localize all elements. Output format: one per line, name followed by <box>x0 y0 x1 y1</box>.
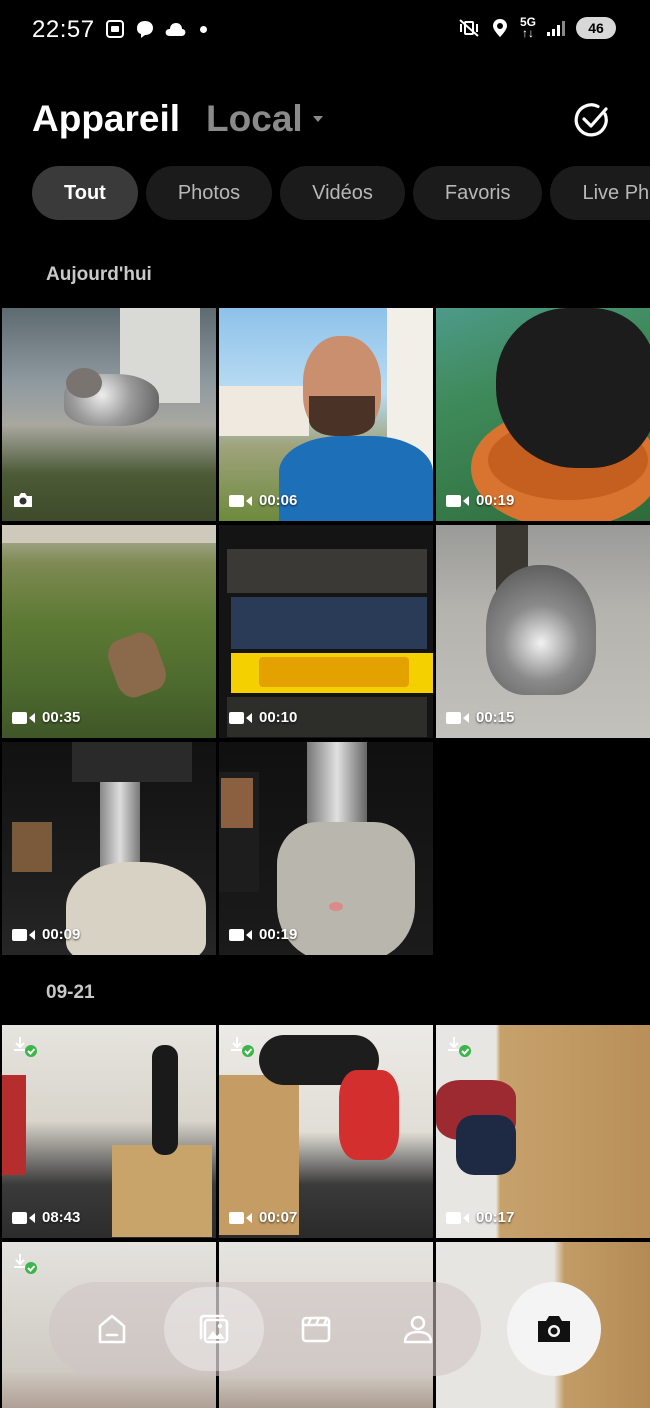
media-thumbnail[interactable]: 00:15 <box>436 525 650 738</box>
video-duration-badge: 00:17 <box>446 1209 514 1226</box>
media-thumbnail[interactable]: 00:07 <box>219 1025 433 1238</box>
select-mode-button[interactable] <box>572 100 612 140</box>
video-icon <box>446 711 469 724</box>
video-icon <box>12 711 35 724</box>
status-notification-icons <box>104 18 207 40</box>
home-icon <box>98 1314 126 1344</box>
chat-icon <box>134 18 156 40</box>
video-icon <box>229 1211 252 1224</box>
cloud-icon <box>164 18 186 40</box>
profile-icon <box>403 1315 433 1344</box>
media-thumbnail[interactable]: 00:19 <box>219 742 433 955</box>
video-duration-badge: 00:35 <box>12 709 80 726</box>
media-thumbnail[interactable]: 00:09 <box>2 742 216 955</box>
video-icon <box>12 928 35 941</box>
chip-live-photos[interactable]: Live Photos <box>550 166 650 220</box>
nav-home[interactable] <box>62 1287 162 1371</box>
mute-vibrate-icon <box>458 17 480 39</box>
video-duration-badge: 00:09 <box>12 926 80 943</box>
chip-favorites[interactable]: Favoris <box>412 166 543 220</box>
video-duration-badge: 00:19 <box>446 492 514 509</box>
video-duration-badge: 00:15 <box>446 709 514 726</box>
chevron-down-icon <box>312 116 323 122</box>
gallery-header: Appareil Local <box>32 98 323 142</box>
camera-button[interactable] <box>507 1282 601 1376</box>
section-header-today: Aujourd'hui <box>46 264 152 285</box>
media-thumbnail[interactable]: 00:19 <box>436 308 650 521</box>
video-icon <box>12 1211 35 1224</box>
media-thumbnail[interactable]: 00:06 <box>219 308 433 521</box>
video-icon <box>446 1211 469 1224</box>
chip-all[interactable]: Tout <box>32 166 138 220</box>
video-icon <box>229 928 252 941</box>
nav-profile[interactable] <box>368 1287 468 1371</box>
location-icon <box>489 17 511 39</box>
gallery-icon <box>199 1314 229 1344</box>
media-thumbnail[interactable]: 08:43 <box>2 1025 216 1238</box>
check-circle-icon <box>574 103 608 137</box>
cloud-synced-icon <box>14 1037 37 1057</box>
nav-gallery[interactable] <box>164 1287 264 1371</box>
bottom-navigation <box>49 1282 481 1376</box>
video-duration-badge: 08:43 <box>12 1209 80 1226</box>
status-system-icons: 5G ↑↓ 46 <box>458 15 616 40</box>
media-grid-today: 00:06 00:19 00:35 00:10 00:15 00:09 00:1… <box>2 308 650 955</box>
section-header-date: 09-21 <box>46 982 95 1003</box>
network-type: 5G ↑↓ <box>519 15 536 40</box>
cloud-synced-icon <box>231 1037 254 1057</box>
media-thumbnail[interactable] <box>2 308 216 521</box>
video-icon <box>446 494 469 507</box>
video-icon <box>229 711 252 724</box>
chip-videos[interactable]: Vidéos <box>280 166 405 220</box>
video-duration-badge: 00:10 <box>229 709 297 726</box>
cloud-synced-icon <box>14 1254 37 1274</box>
media-thumbnail[interactable]: 00:17 <box>436 1025 650 1238</box>
chip-photos[interactable]: Photos <box>145 166 273 220</box>
status-time: 22:57 <box>32 16 95 43</box>
page-title: Appareil <box>32 98 181 139</box>
video-duration-badge: 00:06 <box>229 492 297 509</box>
status-bar: 22:57 5G ↑↓ 46 <box>0 0 650 60</box>
dot-icon <box>200 25 207 33</box>
video-duration-badge: 00:07 <box>229 1209 297 1226</box>
screenshot-icon <box>104 18 126 40</box>
media-thumbnail[interactable]: 00:35 <box>2 525 216 738</box>
camera-icon <box>538 1316 570 1342</box>
cloud-synced-icon <box>448 1037 471 1057</box>
media-thumbnail[interactable]: 00:10 <box>219 525 433 738</box>
source-label: Local <box>206 98 303 139</box>
battery-indicator: 46 <box>576 17 616 39</box>
camera-icon <box>14 493 32 507</box>
nav-albums[interactable] <box>266 1287 366 1371</box>
video-icon <box>229 494 252 507</box>
filter-chips: ToutPhotosVidéosFavorisLive Photos <box>32 166 650 220</box>
video-duration-badge: 00:19 <box>229 926 297 943</box>
albums-icon <box>301 1316 331 1343</box>
signal-icon <box>545 17 567 39</box>
source-dropdown[interactable]: Local <box>206 98 323 140</box>
